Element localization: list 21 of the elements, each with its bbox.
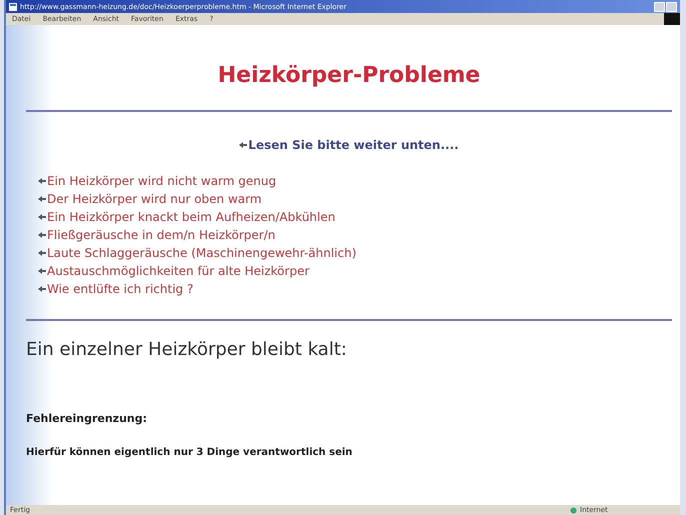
anchor-link[interactable]: Austauschmöglichkeiten für alte Heizkörper xyxy=(38,263,672,279)
arrow-icon xyxy=(38,285,46,293)
arrow-icon xyxy=(38,177,46,185)
anchor-link[interactable]: Laute Schlaggeräusche (Maschinengewehr-ähnlich) xyxy=(38,245,672,261)
anchor-link[interactable]: Wie entlüfte ich richtig ? xyxy=(38,281,672,297)
paragraph: Hierfür können eigentlich nur 3 Dinge verantwortlich sein xyxy=(26,447,354,458)
anchor-link[interactable]: Lesen Sie bitte weiter unten.... xyxy=(239,138,459,152)
arrow-icon xyxy=(38,213,46,221)
page-icon xyxy=(9,2,17,10)
anchor-link[interactable]: Fließgeräusche in dem/n Heizkörper/n xyxy=(38,227,672,243)
page-heading: Heizkörper-Probleme xyxy=(216,63,482,88)
anchor-link[interactable]: Ein Heizkörper wird nicht warm genug xyxy=(38,173,672,189)
arrow-icon xyxy=(38,195,46,203)
section-heading: Ein einzelner Heizkörper bleibt kalt: xyxy=(26,339,348,360)
arrow-icon xyxy=(239,141,248,149)
arrow-icon xyxy=(38,249,46,257)
anchor-link[interactable]: Ein Heizkörper knackt beim Aufheizen/Abkühlen xyxy=(38,209,672,225)
arrow-icon xyxy=(38,267,46,275)
subheading: Fehlereingrenzung: xyxy=(26,412,148,425)
arrow-icon xyxy=(38,231,46,239)
anchor-link[interactable]: Der Heizkörper wird nur oben warm xyxy=(38,191,672,207)
